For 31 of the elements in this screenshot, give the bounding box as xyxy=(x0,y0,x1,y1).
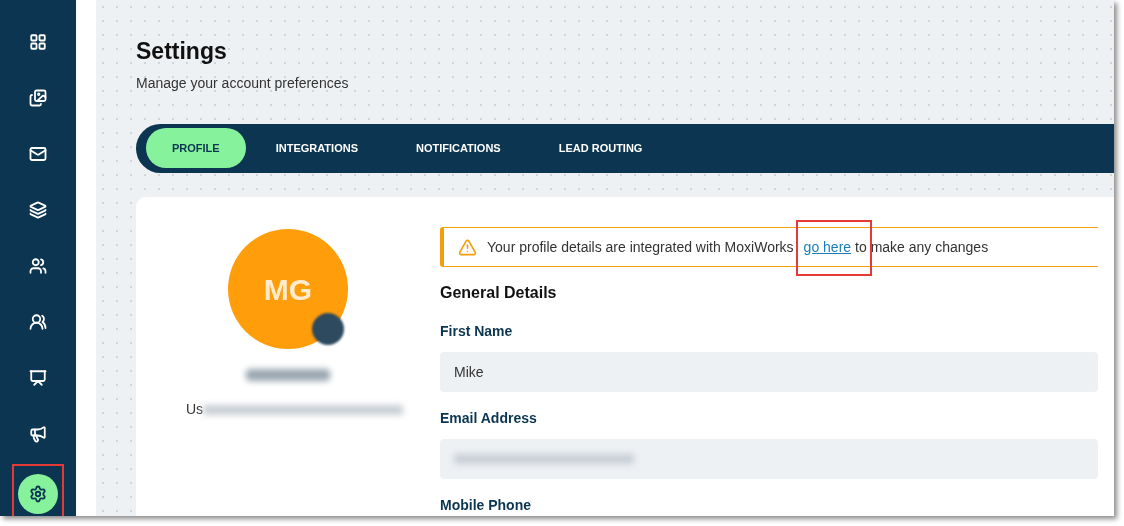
field-value: Mike xyxy=(454,362,484,382)
sidebar-item[interactable] xyxy=(18,474,58,514)
tab[interactable]: PROFILE xyxy=(146,128,246,169)
alert-link[interactable]: go here xyxy=(803,239,852,255)
tab[interactable]: LEAD ROUTING xyxy=(530,128,671,169)
alert-text: Your profile details are integrated with MoxiWorks xyxy=(487,237,794,257)
page-title: Settings xyxy=(136,37,228,66)
images-icon xyxy=(29,89,47,107)
users-icon xyxy=(29,257,47,275)
grid-icon xyxy=(29,33,47,51)
field-label: Mobile Phone xyxy=(440,496,532,515)
tab[interactable]: INTEGRATIONS xyxy=(247,128,386,169)
input-field[interactable] xyxy=(440,439,1098,479)
megaphone-icon xyxy=(29,425,47,443)
mail-icon xyxy=(29,145,47,163)
role-text: Us xyxy=(186,400,204,419)
alert-suffix: to make any changes xyxy=(855,237,989,257)
page-subtitle: Manage your account preferences xyxy=(136,73,350,93)
tab[interactable]: NOTIFICATIONS xyxy=(387,128,529,169)
field-label: Email Address xyxy=(440,409,538,428)
group-icon xyxy=(29,313,47,331)
warning-icon xyxy=(458,237,477,257)
easel-icon xyxy=(29,369,47,387)
layers-icon xyxy=(29,201,47,219)
highlight-box xyxy=(12,464,64,516)
edit-avatar-icon[interactable] xyxy=(312,313,344,345)
section-title: General Details xyxy=(440,283,558,303)
field-label: First Name xyxy=(440,322,514,341)
avatar-initials: MG xyxy=(263,271,313,308)
input-field[interactable]: Mike xyxy=(440,352,1098,392)
settings-icon xyxy=(29,485,47,503)
